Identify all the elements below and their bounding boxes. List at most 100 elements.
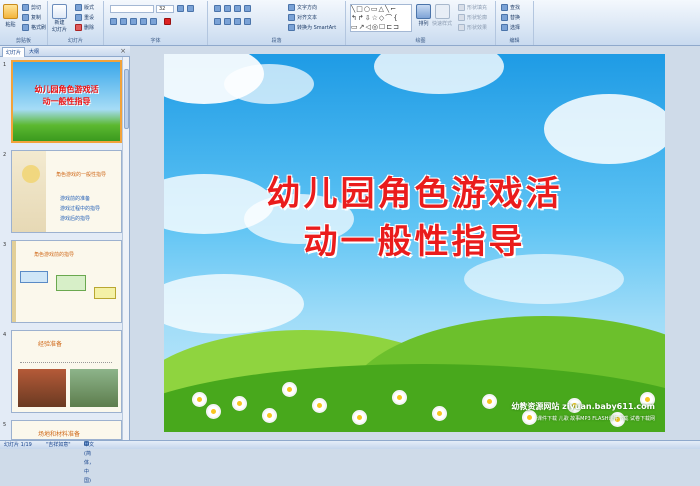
thumb-item: 游戏前的准备 — [60, 196, 91, 202]
shrink-font-icon — [187, 5, 194, 12]
cloud-image — [164, 274, 304, 334]
shape-fill-button[interactable]: 形状填充 — [458, 4, 487, 11]
new-slide-button[interactable]: 新建 幻灯片 — [52, 4, 67, 33]
select-button[interactable]: 选择 — [501, 24, 520, 31]
bullets-button[interactable] — [214, 5, 221, 12]
panel-tabs: 幻灯片 大纲 × — [0, 46, 130, 57]
daisy-image — [284, 384, 295, 395]
indent-icon — [234, 5, 241, 12]
watermark-subtext: 课件下载 儿歌 故事MP3 FLASH课件下载 试卷下载网 — [536, 416, 655, 422]
drawing-group: ╲□○▭△╲⌐ ↰↱⇩☆◇⌒{▭↗◁◎☐⊏⊐ 排列 快速样式 形状填充 形状轮廓 … — [346, 1, 496, 45]
thumb-number: 4 — [3, 332, 7, 338]
replace-button[interactable]: 替换 — [501, 14, 520, 21]
underline-icon — [130, 18, 137, 25]
ribbon: 粘贴 剪切 复制 格式刷 剪贴板 新建 幻灯片 版式 重设 删除 幻灯片 32 … — [0, 0, 700, 46]
outline-icon — [458, 14, 465, 21]
scrollbar-thumb[interactable] — [124, 69, 129, 129]
fill-icon — [458, 4, 465, 11]
thumb-decoration — [12, 151, 46, 232]
smartart-button[interactable]: 转换为 SmartArt — [288, 24, 336, 31]
align-text-icon — [288, 14, 295, 21]
thumb-item: 游戏后的指导 — [60, 216, 91, 222]
thumb-heading: 角色游戏前的指导 — [34, 252, 75, 258]
quick-styles-icon — [434, 4, 450, 19]
slide-thumb-1[interactable]: 幼儿园角色游戏活 动一般性指导 — [11, 60, 122, 143]
shape-effects-button[interactable]: 形状效果 — [458, 24, 487, 31]
bullets-icon — [214, 5, 221, 12]
align-center-button[interactable] — [224, 18, 231, 25]
daisy-image — [264, 410, 275, 421]
thumb-number: 1 — [3, 62, 7, 68]
slide-title-line2[interactable]: 动一般性指导 — [164, 214, 665, 263]
slide-canvas[interactable]: 幼儿园角色游戏活 动一般性指导 幼教资源网站 ziyuan.baby611.co… — [164, 54, 665, 432]
delete-icon — [75, 24, 82, 31]
line-spacing-icon — [244, 5, 251, 12]
font-color-button[interactable] — [164, 18, 171, 25]
daisy-image — [434, 408, 445, 419]
slide-thumb-3[interactable]: 角色游戏前的指导 — [11, 240, 122, 323]
reset-button[interactable]: 重设 — [75, 14, 94, 21]
thumb-heading: 角色游戏的一般性指导 — [56, 172, 107, 178]
align-left-icon — [214, 18, 221, 25]
italic-button[interactable] — [120, 18, 127, 25]
slide-thumb-2[interactable]: 角色游戏的一般性指导 游戏前的准备 游戏过程中的指导 游戏后的指导 — [11, 150, 122, 233]
format-painter-button[interactable]: 格式刷 — [22, 24, 46, 31]
align-text-button[interactable]: 对齐文本 — [288, 14, 317, 21]
delete-slide-button[interactable]: 删除 — [75, 24, 94, 31]
line-spacing-button[interactable] — [244, 5, 251, 12]
layout-button[interactable]: 版式 — [75, 4, 94, 11]
bold-icon — [110, 18, 117, 25]
thumb-number: 5 — [3, 422, 7, 428]
editing-group: 查找 替换 选择 编辑 — [496, 1, 534, 45]
quick-styles-button[interactable]: 快速样式 — [432, 4, 452, 27]
slide-thumb-4[interactable]: 经验准备 — [11, 330, 122, 413]
shape-outline-button[interactable]: 形状轮廓 — [458, 14, 487, 21]
thumb-text-line — [20, 353, 112, 363]
tab-slides[interactable]: 幻灯片 — [2, 47, 26, 57]
watermark-text: 幼教资源网站 ziyuan.baby611.com — [511, 402, 655, 411]
shadow-icon — [150, 18, 157, 25]
daisy-image — [314, 400, 325, 411]
thumb-heading: 场地和材料准备 — [38, 431, 81, 438]
italic-icon — [120, 18, 127, 25]
panel-scrollbar[interactable] — [122, 57, 129, 440]
numbering-button[interactable] — [224, 5, 231, 12]
underline-button[interactable] — [130, 18, 137, 25]
font-size-select[interactable]: 32 — [156, 5, 174, 13]
find-button[interactable]: 查找 — [501, 4, 520, 11]
shadow-button[interactable] — [150, 18, 157, 25]
tab-outline[interactable]: 大纲 — [26, 47, 42, 57]
indent-button[interactable] — [234, 5, 241, 12]
slide-stage: 幼儿园角色游戏活 动一般性指导 幼教资源网站 ziyuan.baby611.co… — [131, 46, 700, 440]
close-panel-icon[interactable]: × — [120, 47, 126, 55]
grow-font-button[interactable] — [177, 5, 184, 12]
slides-label: 幻灯片 — [67, 38, 83, 44]
align-right-button[interactable] — [234, 18, 241, 25]
shrink-font-button[interactable] — [187, 5, 194, 12]
find-icon — [501, 4, 508, 11]
font-name-select[interactable] — [110, 5, 154, 13]
slide-title-line1[interactable]: 幼儿园角色游戏活 — [164, 166, 665, 215]
justify-button[interactable] — [244, 18, 251, 25]
slides-panel: 幻灯片 大纲 × 1 幼儿园角色游戏活 动一般性指导 2 角色游戏的一般性指导 … — [0, 46, 130, 440]
photo-image — [18, 369, 66, 407]
smartart-icon — [288, 24, 295, 31]
clipboard-group: 粘贴 剪切 复制 格式刷 剪贴板 — [0, 1, 48, 45]
text-direction-button[interactable]: 文字方向 — [288, 4, 317, 11]
thumb-title-line2: 动一般性指导 — [42, 97, 91, 106]
shapes-gallery[interactable]: ╲□○▭△╲⌐ ↰↱⇩☆◇⌒{▭↗◁◎☐⊏⊐ — [350, 4, 412, 32]
strikethrough-icon — [140, 18, 147, 25]
cut-button[interactable]: 剪切 — [22, 4, 41, 11]
strikethrough-button[interactable] — [140, 18, 147, 25]
select-icon — [501, 24, 508, 31]
paste-button[interactable]: 粘贴 — [3, 4, 18, 28]
copy-button[interactable]: 复制 — [22, 14, 41, 21]
thumb-number: 2 — [3, 152, 7, 158]
thumb-border — [12, 241, 16, 322]
align-left-button[interactable] — [214, 18, 221, 25]
arrange-button[interactable]: 排列 — [416, 4, 431, 27]
slide-thumb-5[interactable]: 场地和材料准备 — [11, 420, 122, 440]
paragraph-group: 文字方向 对齐文本 转换为 SmartArt 段落 — [208, 1, 346, 45]
bold-button[interactable] — [110, 18, 117, 25]
daisy-image — [354, 412, 365, 423]
